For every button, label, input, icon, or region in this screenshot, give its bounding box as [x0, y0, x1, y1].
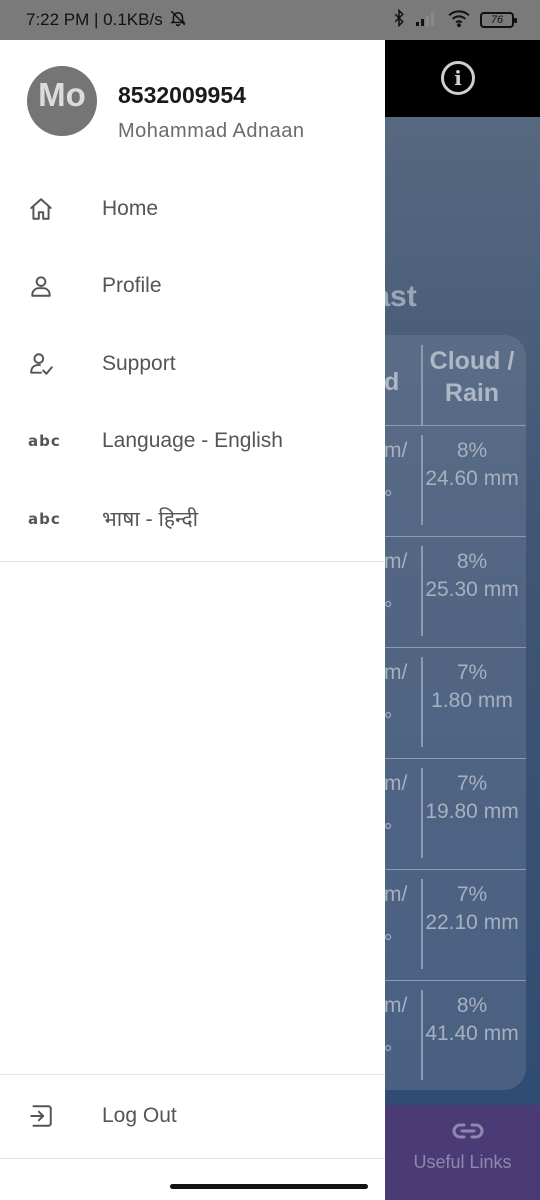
wind-value: m/	[384, 772, 408, 795]
cloud-rain-cell: 8% 24.60 mm	[422, 437, 522, 493]
column-divider	[421, 345, 423, 425]
info-icon: i	[441, 61, 475, 95]
column-header-cloud-rain: Cloud / Rain	[429, 347, 515, 407]
row-divider	[384, 758, 526, 759]
menu-item-label: Home	[102, 196, 159, 220]
useful-links-label: Useful Links	[413, 1152, 512, 1172]
abc-icon: abc	[28, 509, 61, 528]
divider	[0, 1158, 385, 1159]
wind-cell-partial: m/ °	[384, 437, 407, 513]
wind-direction: °	[384, 1042, 393, 1065]
wind-direction: °	[384, 709, 393, 732]
cloud-percent: 8%	[456, 994, 488, 1017]
battery-icon: 76	[480, 12, 517, 28]
menu-item-support[interactable]: Support	[0, 325, 385, 403]
menu-item-label: भाषा - हिन्दी	[102, 507, 199, 531]
wind-direction: °	[384, 931, 393, 954]
home-icon	[0, 196, 102, 222]
wind-value: m/	[384, 550, 408, 573]
wind-direction: °	[384, 820, 393, 843]
status-bar: 7:22 PM | 0.1KB/s 76	[0, 0, 540, 40]
drawer-menu: Home Profile Support abc Language - Engl…	[0, 170, 385, 558]
mute-bell-icon	[169, 9, 187, 32]
row-divider	[384, 647, 526, 648]
logout-icon	[0, 1103, 102, 1129]
status-time-speed: 7:22 PM | 0.1KB/s	[26, 10, 163, 29]
wind-cell-partial: m/ °	[384, 881, 407, 957]
row-divider	[384, 869, 526, 870]
wind-cell-partial: m/ °	[384, 659, 407, 735]
wind-cell-partial: m/ °	[384, 992, 407, 1068]
rain-amount: 24.60 mm	[425, 467, 519, 490]
cloud-percent: 7%	[456, 772, 488, 795]
logout-button[interactable]: Log Out	[0, 1075, 385, 1157]
rain-amount: 25.30 mm	[425, 578, 519, 601]
menu-item-label: Language - English	[102, 429, 283, 453]
row-divider	[384, 425, 526, 426]
user-name: Mohammad Adnaan	[118, 120, 305, 142]
wind-direction: °	[384, 487, 393, 510]
person-icon	[0, 273, 102, 299]
signal-icon	[416, 10, 438, 31]
home-indicator[interactable]	[170, 1184, 368, 1189]
column-header-partial: d	[384, 368, 400, 396]
status-left: 7:22 PM | 0.1KB/s	[26, 9, 187, 32]
wind-value: m/	[384, 883, 408, 906]
navigation-drawer: Mo 8532009954 Mohammad Adnaan Home Profi…	[0, 40, 385, 1200]
cloud-percent: 7%	[456, 661, 488, 684]
menu-item-home[interactable]: Home	[0, 170, 385, 248]
avatar[interactable]: Mo	[27, 66, 97, 136]
status-right: 76	[392, 8, 517, 32]
drawer-header: Mo 8532009954 Mohammad Adnaan	[0, 40, 385, 170]
divider	[0, 561, 385, 562]
menu-item-profile[interactable]: Profile	[0, 248, 385, 326]
rain-amount: 22.10 mm	[425, 911, 519, 934]
row-divider	[384, 980, 526, 981]
menu-item-label: Profile	[102, 274, 162, 298]
cloud-rain-cell: 7% 19.80 mm	[422, 770, 522, 826]
wifi-icon	[448, 9, 470, 32]
wind-cell-partial: m/ °	[384, 770, 407, 846]
cloud-percent: 8%	[456, 439, 488, 462]
cloud-rain-cell: 7% 22.10 mm	[422, 881, 522, 937]
cloud-rain-cell: 8% 41.40 mm	[422, 992, 522, 1048]
wind-value: m/	[384, 661, 408, 684]
cloud-rain-cell: 8% 25.30 mm	[422, 548, 522, 604]
row-divider	[384, 536, 526, 537]
menu-item-language-hindi[interactable]: abc भाषा - हिन्दी	[0, 480, 385, 558]
menu-item-language-english[interactable]: abc Language - English	[0, 403, 385, 481]
wind-value: m/	[384, 994, 408, 1017]
person-check-icon	[0, 351, 102, 377]
wind-cell-partial: m/ °	[384, 548, 407, 624]
abc-icon: abc	[28, 432, 61, 451]
wind-value: m/	[384, 439, 408, 462]
cloud-percent: 8%	[456, 550, 488, 573]
wind-direction: °	[384, 598, 393, 621]
cloud-percent: 7%	[456, 883, 488, 906]
bluetooth-icon	[392, 8, 406, 32]
rain-amount: 19.80 mm	[425, 800, 519, 823]
link-icon	[452, 1121, 484, 1147]
logout-label: Log Out	[102, 1104, 177, 1127]
rain-amount: 41.40 mm	[425, 1022, 519, 1045]
user-phone: 8532009954	[118, 82, 246, 108]
menu-item-label: Support	[102, 351, 176, 375]
rain-amount: 1.80 mm	[431, 689, 513, 712]
cloud-rain-cell: 7% 1.80 mm	[422, 659, 522, 715]
